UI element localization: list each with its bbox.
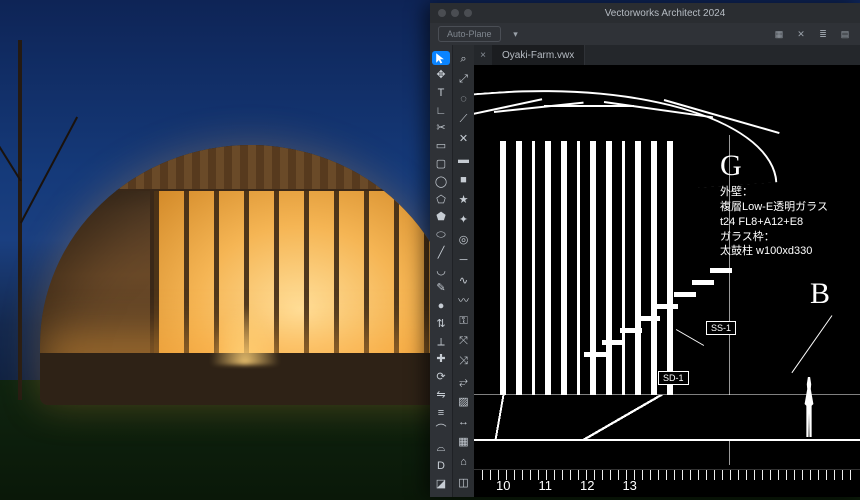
tool-rail-icon[interactable]: ⌒ [432, 424, 450, 438]
tool-lasso-icon[interactable]: ◌ [455, 91, 473, 107]
tool-freehand-icon[interactable]: 〰 [455, 293, 473, 309]
annotation-block: 外壁： 複層Low-E透明ガラス t24 FL8+A12+E8 ガラス枠： 太鼓… [720, 185, 828, 259]
annot-wall-spec: 複層Low-E透明ガラス [720, 200, 828, 215]
auto-plane-chip[interactable]: Auto-Plane [438, 26, 501, 42]
tool-flip-icon[interactable]: ⥂ [455, 374, 473, 390]
annot-frame-title: ガラス枠： [720, 230, 828, 245]
tool-fill-icon[interactable]: ▬ [455, 152, 473, 168]
tool-view3d-icon[interactable]: ◫ [455, 475, 473, 491]
glass-wall [150, 191, 450, 361]
roof-spokes [474, 77, 774, 137]
tool-scissors-icon[interactable]: ✂ [432, 122, 450, 136]
grid-mark-g: G [720, 149, 742, 183]
grid-toggle-icon[interactable]: ▦ [772, 27, 786, 41]
tool-camera-icon[interactable]: ◪ [432, 477, 450, 491]
tool-eyedrop-icon[interactable]: ⦁ [432, 300, 450, 314]
work-row: ✥ T ∟ ✂ ▭ ▢ ◯ ⬠ ⬟ ⬭ ╱ ◡ ✎ ⦁ ⇅ ⟂ ✚ [430, 45, 860, 497]
tool-dash-icon[interactable]: ─ [455, 253, 473, 269]
ruler-12: 12 [580, 470, 594, 493]
tool-pan-icon[interactable]: ✥ [432, 69, 450, 83]
screenshot-stage: Vectorworks Architect 2024 Auto-Plane ▾ … [0, 0, 860, 500]
tool-curve-icon[interactable]: ∿ [455, 273, 473, 289]
annot-wall-title: 外壁： [720, 185, 828, 200]
tool-move3d-icon[interactable]: ⤧ [455, 334, 473, 350]
top-option-bar: Auto-Plane ▾ ▦ ✕ ≣ ▤ [430, 23, 860, 45]
roof-band [40, 145, 460, 191]
document-tab-bar: × Oyaki-Farm.vwx [474, 45, 860, 65]
floor-line [474, 439, 860, 441]
bottom-ruler: 10 11 12 13 [474, 469, 860, 497]
document-tab-label: Oyaki-Farm.vwx [502, 50, 574, 61]
tool-pencil-icon[interactable]: ✎ [432, 282, 450, 296]
tool-hatch-icon[interactable]: ▨ [455, 394, 473, 410]
save-icon[interactable]: ▤ [838, 27, 852, 41]
tool-column-secondary: ⌕ ⤢ ◌ ⟋ ✕ ▬ ■ ★ ✦ ◎ ─ ∿ 〰 ⚿ ⤧ ⤨ ⥂ [452, 45, 474, 497]
uplight-glow [210, 305, 280, 365]
vectorworks-window: Vectorworks Architect 2024 Auto-Plane ▾ … [430, 3, 860, 497]
ruler-10: 10 [496, 470, 510, 493]
tool-ring-icon[interactable]: ◎ [455, 233, 473, 249]
title-bar: Vectorworks Architect 2024 [430, 3, 860, 23]
drawing-canvas[interactable]: G B 外壁： 複層Low-E透明ガラス t24 FL8+A12+E8 ガラス枠… [474, 65, 860, 497]
tool-scale-icon[interactable]: ⤨ [455, 354, 473, 370]
building [40, 145, 460, 405]
document-tab[interactable]: Oyaki-Farm.vwx [492, 45, 585, 65]
window-traffic-lights[interactable] [438, 9, 472, 17]
snap-toggle-icon[interactable]: ✕ [794, 27, 808, 41]
app-title: Vectorworks Architect 2024 [478, 8, 852, 19]
dropdown-icon[interactable]: ▾ [509, 27, 523, 41]
tool-arc-icon[interactable]: ◡ [432, 264, 450, 278]
minimize-dot-icon[interactable] [451, 9, 459, 17]
tab-close-icon[interactable]: × [474, 50, 492, 61]
tool-rotate-icon[interactable]: ⟳ [432, 371, 450, 385]
annot-frame-spec: 太鼓柱 w100xd330 [720, 244, 828, 259]
tool-pent-icon[interactable]: ⬟ [432, 211, 450, 225]
tool-pushpull-icon[interactable]: ⇅ [432, 317, 450, 331]
tag-sd1: SD-1 [658, 371, 689, 385]
tag-ss1: SS-1 [706, 321, 736, 335]
tree [18, 40, 22, 400]
annot-wall-thick: t24 FL8+A12+E8 [720, 215, 828, 230]
tool-arch-icon[interactable]: ⌓ [432, 442, 450, 456]
canvas-wrap: × Oyaki-Farm.vwx [474, 45, 860, 497]
grid-mark-b: B [810, 277, 830, 311]
tool-poly-icon[interactable]: ⬠ [432, 193, 450, 207]
ground-hatch [474, 395, 860, 439]
tool-text-icon[interactable]: T [432, 87, 450, 101]
tool-rect-icon[interactable]: ▭ [432, 140, 450, 154]
tool-wall-icon[interactable]: ⌂ [455, 455, 473, 471]
ruler-11: 11 [538, 470, 552, 493]
tool-circle-icon[interactable]: ◯ [432, 175, 450, 189]
tool-paint-icon[interactable]: ✚ [432, 353, 450, 367]
zoom-dot-icon[interactable] [464, 9, 472, 17]
tool-mirror-icon[interactable]: ⇋ [432, 389, 450, 403]
tool-palette: ✥ T ∟ ✂ ▭ ▢ ◯ ⬠ ⬟ ⬭ ╱ ◡ ✎ ⦁ ⇅ ⟂ ✚ [430, 45, 474, 497]
tool-line-icon[interactable]: ╱ [432, 246, 450, 260]
tool-measure-icon[interactable]: ⟂ [432, 335, 450, 349]
tool-zoom-icon[interactable]: ⌕ [455, 51, 473, 67]
tool-dim-icon[interactable]: ↔ [455, 414, 473, 430]
tool-cursor-icon[interactable] [432, 51, 450, 65]
tool-star-icon[interactable]: ★ [455, 192, 473, 208]
tool-zoom-extent-icon[interactable]: ⤢ [455, 71, 473, 87]
tool-grid-icon[interactable]: ▦ [455, 435, 473, 451]
tool-fillsolid-icon[interactable]: ■ [455, 172, 473, 188]
close-dot-icon[interactable] [438, 9, 446, 17]
ruler-13: 13 [622, 470, 636, 493]
tool-ortho-icon[interactable]: ∟ [432, 104, 450, 118]
tool-d-icon[interactable]: D [432, 460, 450, 474]
tool-align-icon[interactable]: ≡ [432, 406, 450, 420]
tool-knife-icon[interactable]: ⟋ [455, 112, 473, 128]
layers-icon[interactable]: ≣ [816, 27, 830, 41]
lead-b [791, 315, 832, 373]
tool-oval-icon[interactable]: ⬭ [432, 229, 450, 243]
tool-column-primary: ✥ T ∟ ✂ ▭ ▢ ◯ ⬠ ⬟ ⬭ ╱ ◡ ✎ ⦁ ⇅ ⟂ ✚ [430, 45, 452, 497]
tool-cutline-icon[interactable]: ✕ [455, 132, 473, 148]
tool-rrect-icon[interactable]: ▢ [432, 158, 450, 172]
tool-plus-icon[interactable]: ✦ [455, 213, 473, 229]
tool-lock-icon[interactable]: ⚿ [455, 313, 473, 329]
